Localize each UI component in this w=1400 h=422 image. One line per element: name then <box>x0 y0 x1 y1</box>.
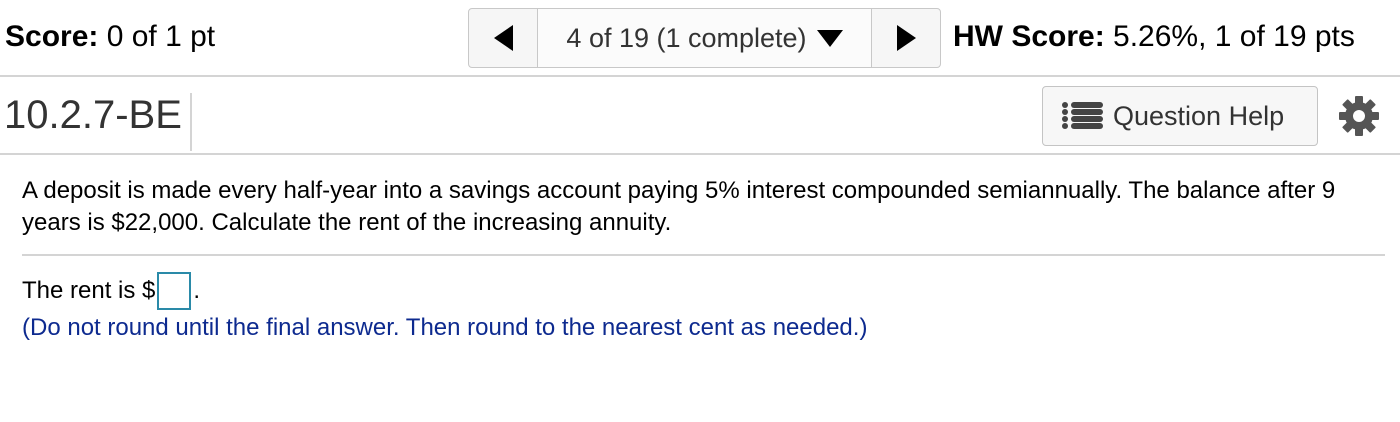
next-question-button[interactable] <box>871 9 940 67</box>
hw-score: HW Score: 5.26%, 1 of 19 pts <box>953 20 1355 54</box>
previous-question-button[interactable] <box>469 9 538 67</box>
problem-statement: A deposit is made every half-year into a… <box>22 177 1336 236</box>
triangle-right-icon <box>896 25 916 51</box>
score: Score: 0 of 1 pt <box>5 20 215 54</box>
hw-score-label: HW Score: <box>953 20 1105 53</box>
answer-input[interactable] <box>157 272 192 310</box>
gear-icon[interactable] <box>1338 95 1380 137</box>
triangle-left-icon <box>493 25 513 51</box>
question-help-label: Question Help <box>1113 100 1285 131</box>
question-header: 10.2.7-BE Question Help <box>0 77 1400 155</box>
answer-prefix: The rent is $ <box>22 277 156 304</box>
divider <box>22 254 1385 256</box>
question-help-button[interactable]: Question Help <box>1042 86 1318 146</box>
question-position: 4 of 19 (1 complete) <box>566 22 807 53</box>
triangle-down-icon <box>816 29 843 47</box>
score-value: 0 of 1 pt <box>106 20 216 53</box>
question-id: 10.2.7-BE <box>4 93 192 151</box>
list-icon <box>1062 102 1103 129</box>
answer-line: The rent is $ . <box>22 272 200 310</box>
question-navigator: 4 of 19 (1 complete) <box>468 8 941 68</box>
question-selector-dropdown[interactable]: 4 of 19 (1 complete) <box>538 9 871 67</box>
score-label: Score: <box>5 20 99 53</box>
answer-suffix: . <box>193 277 201 304</box>
top-bar: Score: 0 of 1 pt 4 of 19 (1 complete) HW… <box>0 0 1400 77</box>
hw-score-value: 5.26%, 1 of 19 pts <box>1113 20 1355 53</box>
rounding-hint: (Do not round until the final answer. Th… <box>22 314 868 341</box>
